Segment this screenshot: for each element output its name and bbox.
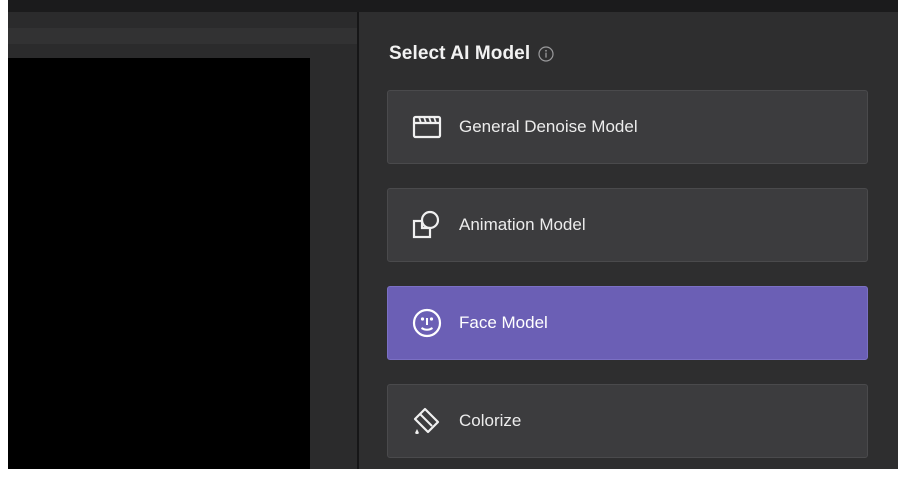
model-label: Animation Model — [459, 215, 586, 234]
panel-title: Select AI Model — [389, 43, 531, 64]
top-bar — [8, 0, 898, 12]
model-panel: Select AI Model General Denoise Model An… — [359, 12, 898, 469]
model-list: General Denoise Model Animation Model Fa… — [387, 90, 868, 482]
model-button-face[interactable]: Face Model — [387, 286, 868, 360]
face-icon — [410, 306, 444, 340]
panel-header: Select AI Model — [389, 42, 554, 66]
model-label: Face Model — [459, 313, 548, 332]
model-label: Colorize — [459, 411, 522, 430]
model-button-animation[interactable]: Animation Model — [387, 188, 868, 262]
clapperboard-icon — [410, 110, 444, 144]
model-button-general-denoise[interactable]: General Denoise Model — [387, 90, 868, 164]
video-preview — [8, 58, 310, 469]
app-window: Select AI Model General Denoise Model An… — [0, 0, 898, 469]
model-label: General Denoise Model — [459, 117, 638, 136]
model-button-colorize[interactable]: Colorize — [387, 384, 868, 458]
paint-bucket-icon — [410, 404, 444, 438]
info-icon[interactable] — [538, 46, 554, 62]
preview-toolbar-strip — [8, 28, 357, 44]
shapes-icon — [410, 208, 444, 242]
